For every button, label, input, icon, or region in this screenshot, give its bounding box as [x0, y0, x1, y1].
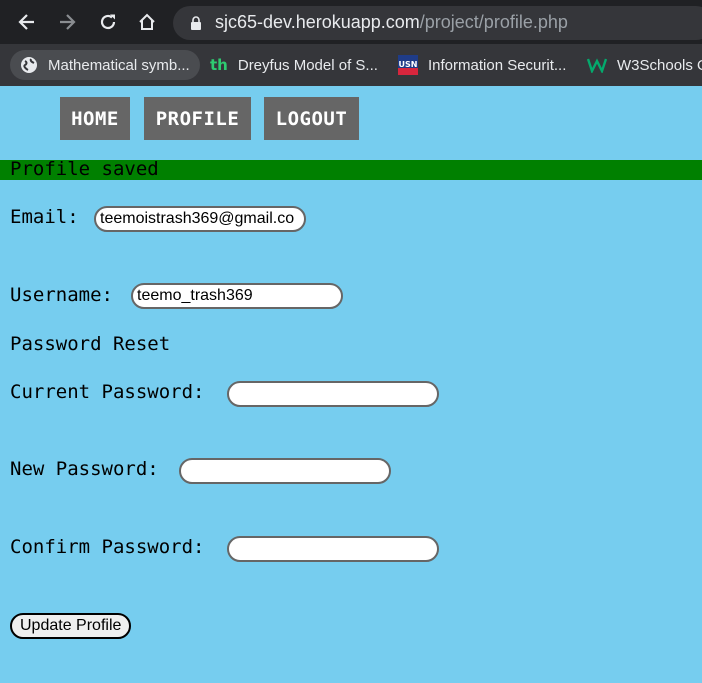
email-field[interactable]: teemoistrash369@gmail.co — [94, 206, 306, 232]
svg-text:USN: USN — [399, 60, 418, 69]
globe-icon — [20, 56, 38, 74]
current-password-label: Current Password: — [10, 381, 205, 403]
email-label: Email: — [10, 206, 79, 228]
confirm-password-field[interactable] — [227, 536, 439, 562]
nav-home-link[interactable]: HOME — [60, 97, 130, 140]
update-profile-button[interactable]: Update Profile — [10, 613, 132, 639]
address-bar[interactable]: sjc65-dev.herokuapp.com/project/profile.… — [173, 6, 702, 40]
username-label: Username: — [10, 284, 113, 306]
th-icon: th — [210, 56, 228, 74]
nav-profile-link[interactable]: PROFILE — [144, 97, 251, 140]
url-text: sjc65-dev.herokuapp.com/project/profile.… — [215, 12, 568, 32]
forward-icon[interactable] — [55, 10, 79, 34]
browser-toolbar: sjc65-dev.herokuapp.com/project/profile.… — [0, 0, 702, 44]
confirm-password-label: Confirm Password: — [10, 536, 205, 558]
bookmark-mathematical-symbols[interactable]: Mathematical symb... — [10, 50, 200, 80]
new-password-field[interactable] — [179, 458, 391, 484]
w3-icon — [587, 57, 607, 73]
bookmark-information-security[interactable]: USN Information Securit... — [398, 50, 566, 80]
bookmark-w3schools[interactable]: W3Schools O — [587, 50, 702, 80]
new-password-label: New Password: — [10, 458, 159, 480]
flash-message: Profile saved — [0, 158, 702, 180]
home-icon[interactable] — [135, 10, 159, 34]
lock-icon — [190, 16, 202, 35]
flash-text: Profile saved — [10, 158, 159, 180]
reload-icon[interactable] — [96, 10, 120, 34]
back-icon[interactable] — [15, 10, 39, 34]
bookmarks-bar: Mathematical symb... th Dreyfus Model of… — [0, 44, 702, 86]
username-field[interactable]: teemo_trash369 — [131, 283, 343, 309]
password-reset-heading: Password Reset — [10, 333, 171, 355]
bookmark-dreyfus-model[interactable]: th Dreyfus Model of S... — [210, 50, 378, 80]
usn-icon: USN — [398, 55, 418, 75]
nav-logout-link[interactable]: LOGOUT — [264, 97, 359, 140]
current-password-field[interactable] — [227, 381, 439, 407]
